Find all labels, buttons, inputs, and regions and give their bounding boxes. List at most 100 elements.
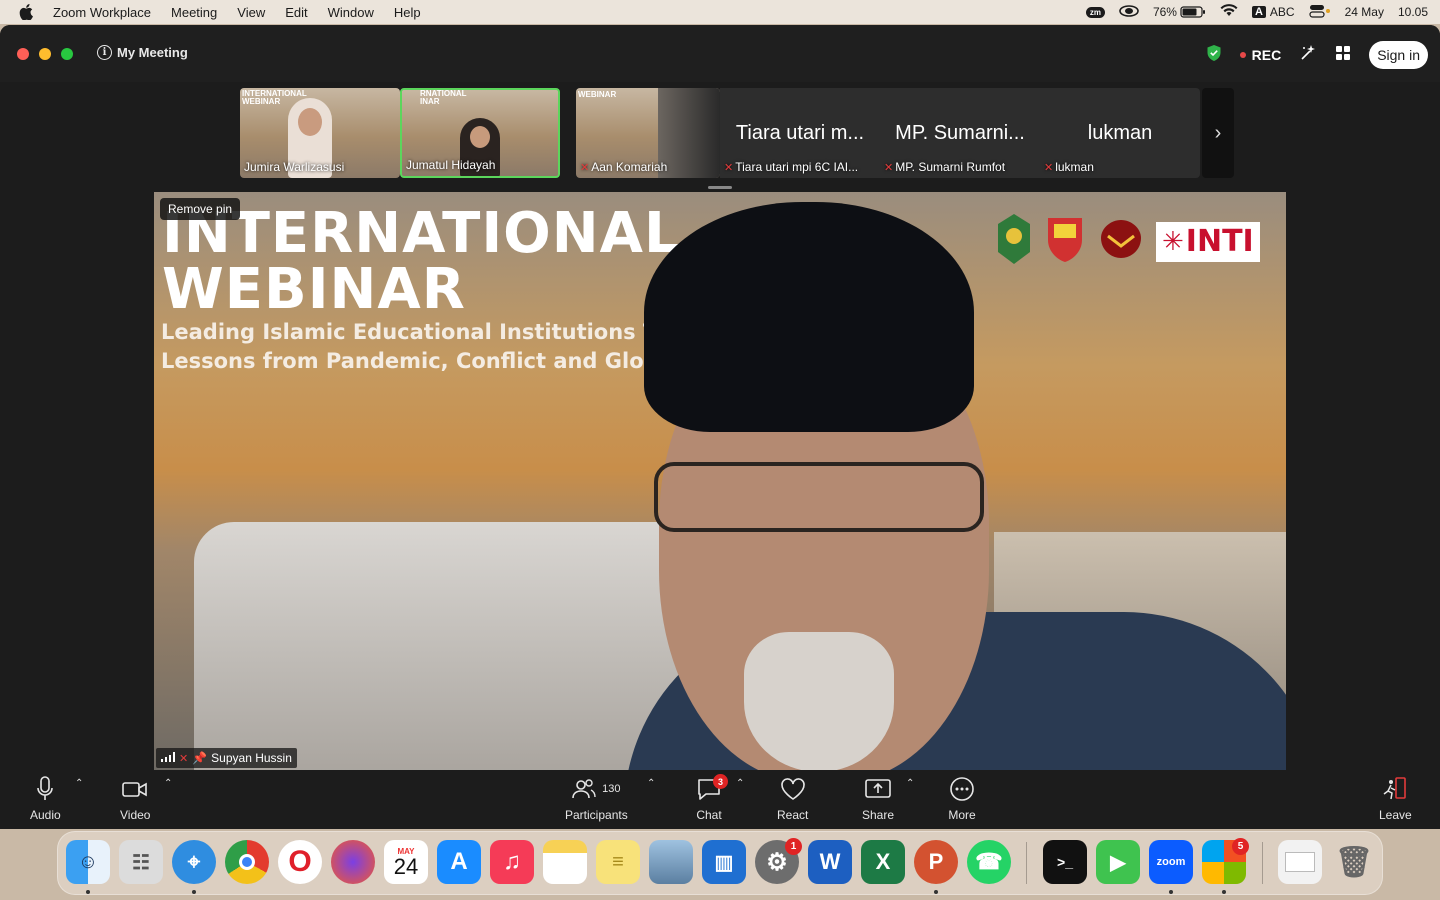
participants-options-caret-icon[interactable]: ⌃ [647,778,655,789]
chat-options-caret-icon[interactable]: ⌃ [736,778,744,789]
opera-icon[interactable]: O [278,840,322,884]
microphone-icon [37,776,54,800]
chrome-icon[interactable] [225,840,269,884]
participants-icon [572,779,596,799]
ai-sparkle-icon[interactable] [1299,44,1317,67]
menu-view[interactable]: View [237,5,265,20]
zoom-window-button[interactable] [61,48,73,60]
trash-icon[interactable]: 🗑 [1332,840,1376,884]
safari-icon[interactable]: ⌖ [172,840,216,884]
music-icon[interactable]: ♫ [490,840,534,884]
more-label: More [948,808,976,822]
wifi-icon[interactable] [1220,4,1238,20]
word-icon[interactable]: W [808,840,852,884]
input-source-label: ABC [1269,5,1295,19]
macos-dock: ☺ ☷ ⌖ O MAY 24 A ♫ ≡ ▥ ⚙ 1 W X P ☎ >_ ▶ … [57,831,1383,895]
speaker-cap [644,202,974,432]
webinar-subtitle: Leading Islamic Educational Institutions… [161,320,656,373]
encryption-shield-icon[interactable] [1206,44,1222,67]
chat-label: Chat [696,808,722,822]
launchpad-icon[interactable]: ☷ [119,840,163,884]
webinar-title: INTERNATIONAL WEBINAR [162,201,681,322]
meeting-title: My Meeting [117,45,188,60]
participant-tile-active[interactable]: RNATIONAL INAR Jumatul Hidayah [400,88,560,178]
remove-pin-button[interactable]: Remove pin [160,198,241,220]
meeting-info[interactable]: i My Meeting [97,45,188,60]
preview-icon[interactable] [649,840,693,884]
facetime-icon[interactable]: ▶ [1096,840,1140,884]
menu-app-name[interactable]: Zoom Workplace [53,5,151,20]
office-badge: 5 [1232,838,1249,855]
strip-next-button[interactable]: › [1202,88,1234,178]
participant-tile[interactable]: MP. Sumarni... ✕ MP. Sumarni Rumfot [880,88,1040,178]
more-button[interactable]: More [948,776,976,822]
whatsapp-icon[interactable]: ☎ [967,840,1011,884]
leave-exit-icon [1383,777,1407,800]
participant-tile[interactable]: lukman ✕ lukman [1040,88,1200,178]
info-icon: i [97,45,112,60]
excel-icon[interactable]: X [861,840,905,884]
inti-logo: ✳ INTI [1156,221,1260,262]
sign-in-button[interactable]: Sign in [1369,41,1428,69]
audio-button[interactable]: Audio [30,776,61,822]
menu-edit[interactable]: Edit [285,5,307,20]
speaker-beard [744,632,894,770]
pin-icon: 📌 [192,751,208,765]
trello-icon[interactable]: ▥ [702,840,746,884]
share-button[interactable]: Share [862,776,894,822]
battery-status[interactable]: 76% [1153,5,1206,19]
input-source-icon: A [1251,6,1266,18]
participant-name: ✕ MP. Sumarni Rumfot [884,160,1006,174]
chat-button[interactable]: Chat 3 [695,774,728,822]
emblem-logo-icon [1096,214,1146,269]
recording-indicator[interactable]: REC [1239,47,1281,63]
running-indicator [1169,890,1173,894]
leave-button[interactable]: Leave [1379,776,1412,822]
participants-label: Participants [565,808,628,822]
participant-big-name: MP. Sumarni... [895,122,1025,144]
react-label: React [777,808,809,822]
input-source[interactable]: A ABC [1251,5,1295,19]
apple-logo-icon[interactable] [19,4,37,20]
participants-button[interactable]: 130 Participants [565,776,628,822]
powerpoint-icon[interactable]: P [914,840,958,884]
creative-cloud-icon[interactable] [1119,4,1139,20]
firefox-icon[interactable] [331,840,375,884]
menu-help[interactable]: Help [394,5,421,20]
more-dots-icon [950,777,974,801]
finder-icon[interactable]: ☺ [66,840,110,884]
audio-options-caret-icon[interactable]: ⌃ [75,778,83,789]
notes-icon[interactable] [543,840,587,884]
video-button[interactable]: Video [120,776,150,822]
menubar-date[interactable]: 24 May [1345,5,1384,19]
terminal-icon[interactable]: >_ [1043,840,1087,884]
apps-grid-icon[interactable] [1335,45,1351,66]
react-button[interactable]: React [777,776,808,822]
video-options-caret-icon[interactable]: ⌃ [164,778,172,789]
participant-tile[interactable]: WEBINAR ✕ Aan Komariah [576,88,720,178]
share-options-caret-icon[interactable]: ⌃ [906,778,914,789]
calendar-day: 24 [393,853,419,879]
participant-tile[interactable]: INTERNATIONAL WEBINAR Jumira Warlizasusi [240,88,400,178]
strip-resize-handle[interactable] [708,186,732,189]
participant-tile[interactable]: Tiara utari m... ✕ Tiara utari mpi 6C IAI… [720,88,880,178]
participant-name: Jumatul Hidayah [406,158,496,172]
menu-window[interactable]: Window [328,5,374,20]
app-store-icon[interactable]: A [437,840,481,884]
close-window-button[interactable] [17,48,29,60]
zoom-status-icon[interactable]: zm [1085,6,1105,18]
muted-mic-icon: ✕ [1044,161,1054,174]
menu-meeting[interactable]: Meeting [171,5,217,20]
settings-badge: 1 [785,838,802,855]
control-center-icon[interactable] [1309,4,1331,21]
zoom-app-icon[interactable]: zoom [1149,840,1193,884]
muted-mic-icon: ✕ [580,161,590,174]
stickies-icon[interactable]: ≡ [596,840,640,884]
calendar-icon[interactable]: MAY 24 [384,840,428,884]
video-camera-icon [122,782,148,797]
recording-dot-icon [1239,52,1246,58]
menubar-time[interactable]: 10.05 [1398,5,1428,19]
leave-label: Leave [1379,808,1412,822]
minimize-window-button[interactable] [39,48,51,60]
downloads-stack-icon[interactable] [1278,840,1322,884]
